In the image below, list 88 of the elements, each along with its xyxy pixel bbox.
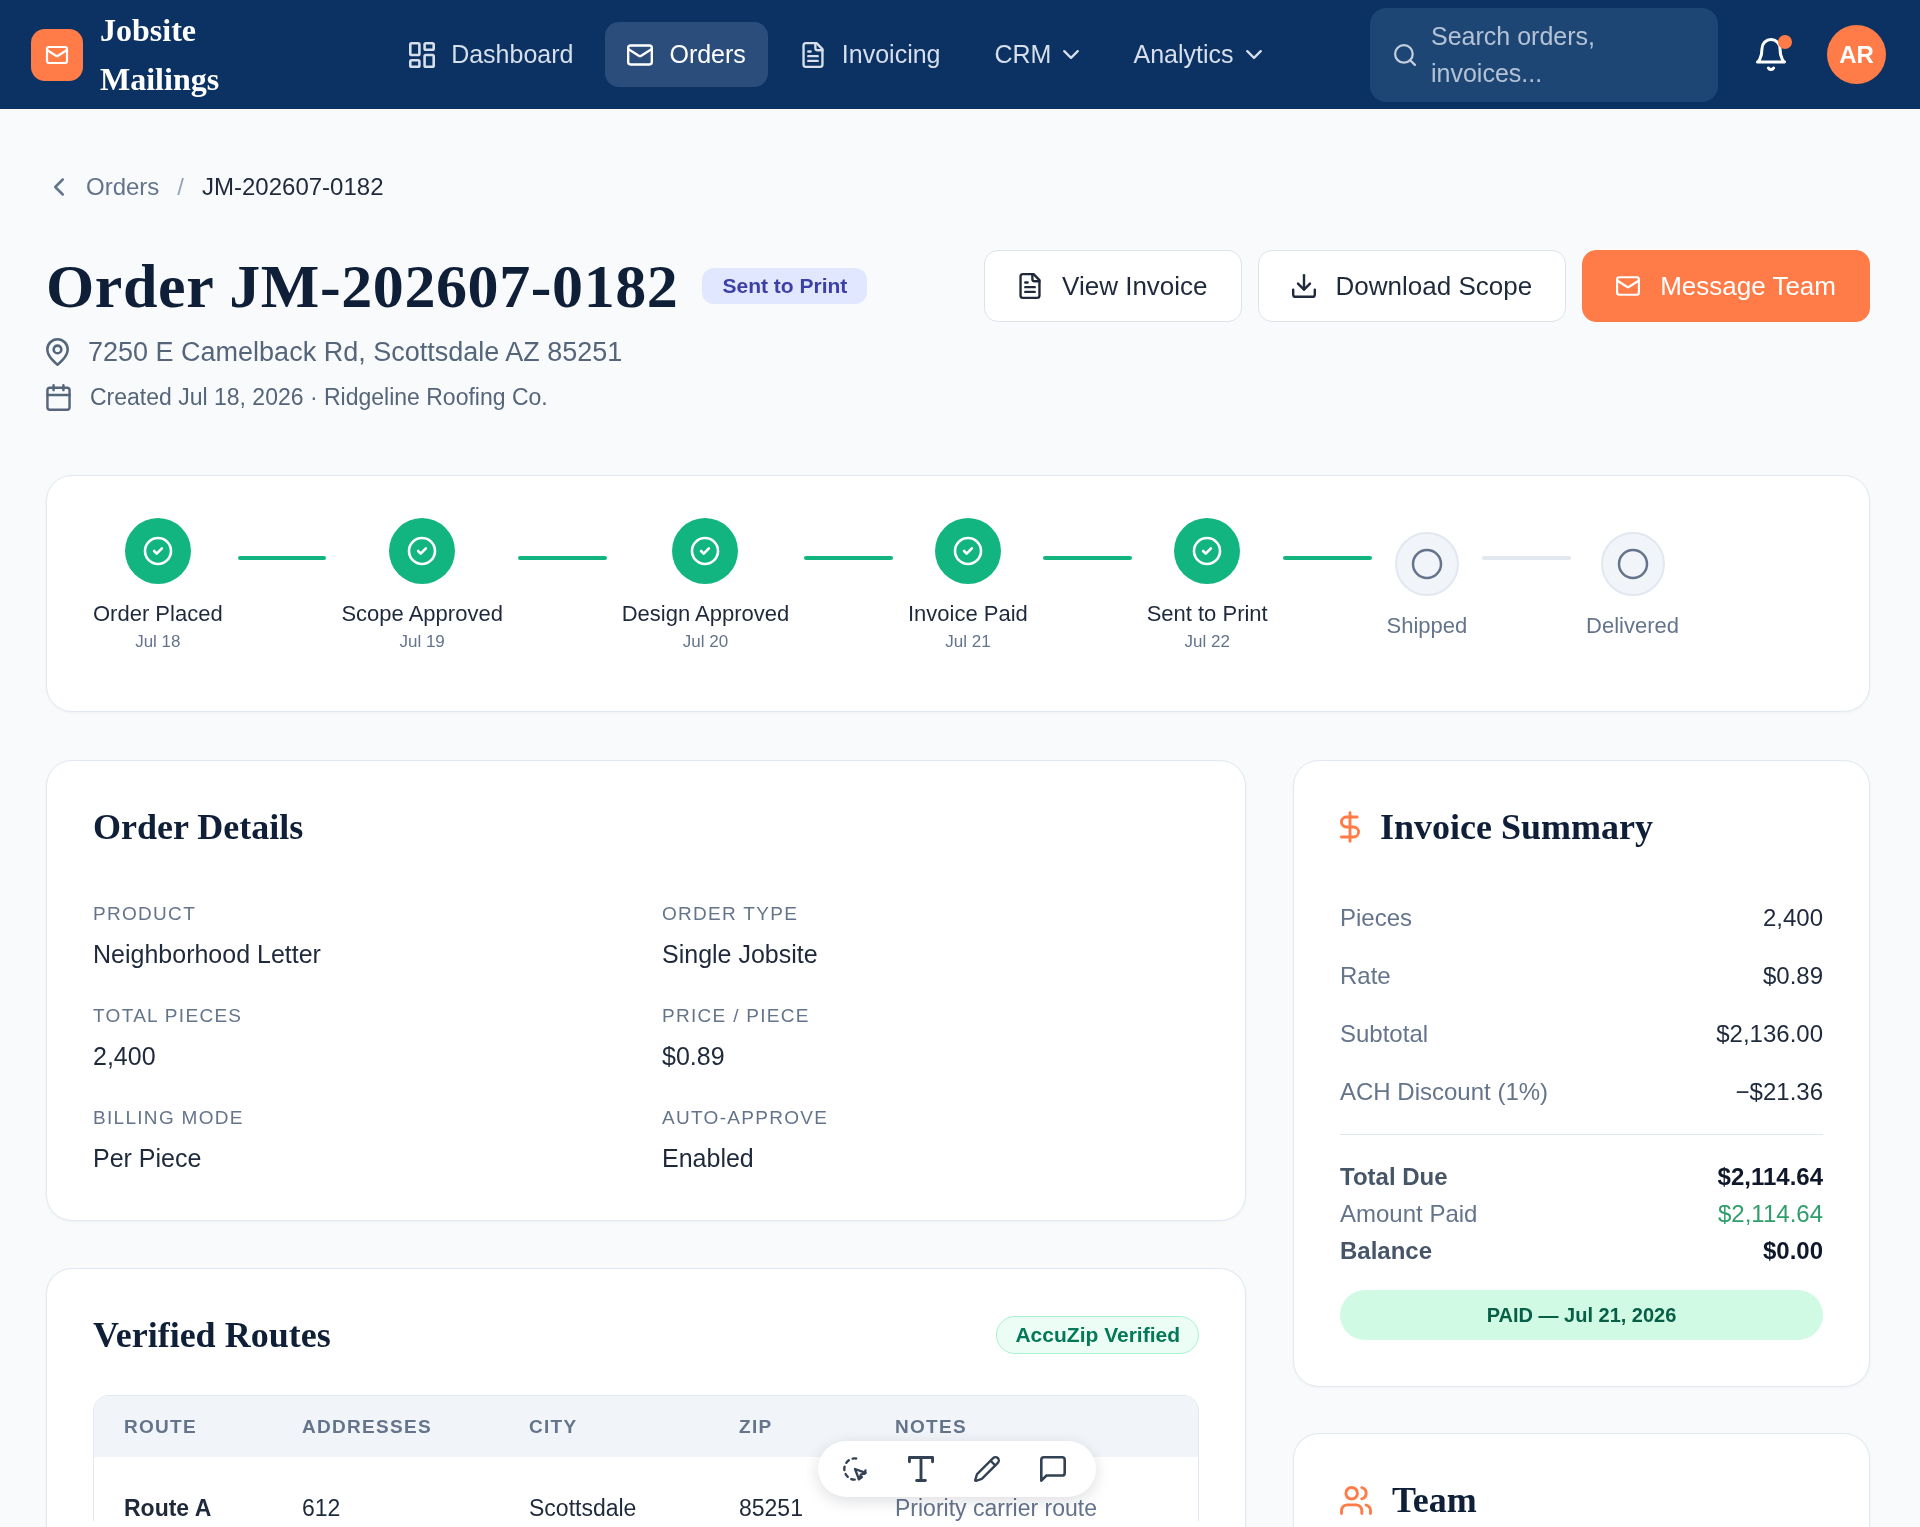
summary-label: Pieces xyxy=(1340,904,1413,932)
step-date: Jul 19 xyxy=(399,631,445,653)
summary-label: ACH Discount (1%) xyxy=(1340,1078,1549,1106)
column-header: ADDRESSES xyxy=(302,1415,433,1438)
field-value: Neighborhood Letter xyxy=(93,939,322,970)
summary-label: Rate xyxy=(1340,962,1391,990)
card-title: Team xyxy=(1392,1480,1477,1520)
summary-value: 2,400 xyxy=(1762,904,1823,932)
field-label: ORDER TYPE xyxy=(662,902,800,926)
table-cell-text: 85251 xyxy=(739,1495,804,1521)
map-pin-icon xyxy=(46,338,69,366)
column-header: CITY xyxy=(529,1415,579,1438)
speech-bubble-icon[interactable] xyxy=(1040,1456,1066,1482)
bell-icon[interactable] xyxy=(1756,38,1786,71)
back-chevron-icon[interactable] xyxy=(54,178,64,196)
breadcrumb-separator: / xyxy=(177,172,185,202)
download-icon xyxy=(1291,273,1316,299)
table-cell-text: Route A xyxy=(124,1495,213,1521)
card-title: Order Details xyxy=(93,807,305,847)
step-label: Order Placed xyxy=(93,600,223,628)
search-icon xyxy=(1394,43,1416,66)
breadcrumb-link[interactable]: Orders xyxy=(86,172,160,202)
breadcrumb-current: JM-202607-0182 xyxy=(202,172,384,202)
nav-tab[interactable]: CRM xyxy=(972,22,1102,87)
field-label: BILLING MODE xyxy=(93,1106,245,1130)
download-scope-button[interactable]: Download Scope xyxy=(1257,250,1567,322)
column-header: NOTES xyxy=(895,1415,968,1438)
summary-label: Total Due xyxy=(1340,1162,1448,1191)
step-label: Invoice Paid xyxy=(908,600,1028,628)
address-text: 7250 E Camelback Rd, Scottsdale AZ 85251 xyxy=(88,336,623,369)
summary-label: Balance xyxy=(1340,1236,1433,1265)
verification-badge: AccuZip Verified xyxy=(996,1316,1199,1354)
grid-icon xyxy=(409,41,436,68)
status-badge: Sent to Print xyxy=(702,268,868,304)
calendar-icon xyxy=(46,383,71,411)
nav-tab[interactable]: Orders xyxy=(605,22,768,87)
text-tool-icon[interactable] xyxy=(908,1456,934,1482)
brand-name: Jobsite Mailings xyxy=(100,10,220,99)
step-label: Shipped xyxy=(1386,611,1468,640)
card-title: Verified Routes xyxy=(93,1315,331,1355)
summary-label: Amount Paid xyxy=(1340,1199,1478,1228)
nav-tab[interactable]: Invoicing xyxy=(777,22,963,87)
page-title: Order JM-202607-0182 xyxy=(46,253,679,319)
field-label: AUTO-APPROVE xyxy=(662,1106,830,1130)
field-value: Per Piece xyxy=(93,1143,203,1174)
step-label: Delivered xyxy=(1586,611,1679,640)
dollar-sign-icon xyxy=(1340,811,1360,843)
cursor-select-icon[interactable] xyxy=(842,1456,868,1482)
document-icon xyxy=(1018,273,1043,299)
created-info-text: Created Jul 18, 2026 · Ridgeline Roofing Co. xyxy=(90,383,548,412)
view-invoice-button[interactable]: View Invoice xyxy=(984,250,1242,322)
summary-value: $2,114.64 xyxy=(1718,1199,1823,1228)
summary-value: $2,136.00 xyxy=(1716,1020,1823,1048)
nav-tab[interactable]: Dashboard xyxy=(387,22,596,87)
field-value: $0.89 xyxy=(662,1041,726,1072)
pencil-icon[interactable] xyxy=(974,1456,1000,1482)
table-cell-text: Priority carrier route xyxy=(895,1495,1098,1521)
field-value: Enabled xyxy=(662,1143,755,1174)
payment-status-badge: PAID — Jul 21, 2026 xyxy=(1340,1290,1823,1340)
envelope-logo-icon xyxy=(31,28,83,81)
envelope-icon xyxy=(1616,273,1641,299)
column-header: ROUTE xyxy=(124,1415,198,1438)
field-label: PRICE / PIECE xyxy=(662,1004,811,1028)
summary-value: −$21.36 xyxy=(1735,1078,1823,1106)
people-icon xyxy=(1340,1485,1372,1515)
step-label: Scope Approved xyxy=(341,600,503,628)
summary-value: $2,114.64 xyxy=(1717,1162,1823,1191)
card-title: Invoice Summary xyxy=(1380,807,1653,847)
field-label: PRODUCT xyxy=(93,902,198,926)
document-icon xyxy=(799,41,826,68)
column-header: ZIP xyxy=(739,1415,774,1438)
field-value: Single Jobsite xyxy=(662,939,819,970)
step-date: Jul 20 xyxy=(682,631,729,653)
nav-tab[interactable]: Analytics xyxy=(1111,22,1284,87)
table-cell-text: Scottsdale xyxy=(529,1495,638,1521)
summary-value: $0.89 xyxy=(1762,962,1823,990)
step-label: Sent to Print xyxy=(1146,600,1268,628)
search-field[interactable]: Search orders, invoices... xyxy=(1370,7,1718,102)
step-date: Jul 21 xyxy=(945,631,991,653)
field-value: 2,400 xyxy=(93,1041,157,1072)
step-date: Jul 18 xyxy=(135,631,181,653)
summary-label: Subtotal xyxy=(1340,1020,1429,1048)
step-label: Design Approved xyxy=(621,600,790,628)
envelope-icon xyxy=(627,41,654,68)
table-cell-text: 612 xyxy=(302,1495,342,1521)
field-label: TOTAL PIECES xyxy=(93,1004,244,1028)
step-date: Jul 22 xyxy=(1184,631,1230,653)
summary-value: $0.00 xyxy=(1762,1236,1823,1265)
